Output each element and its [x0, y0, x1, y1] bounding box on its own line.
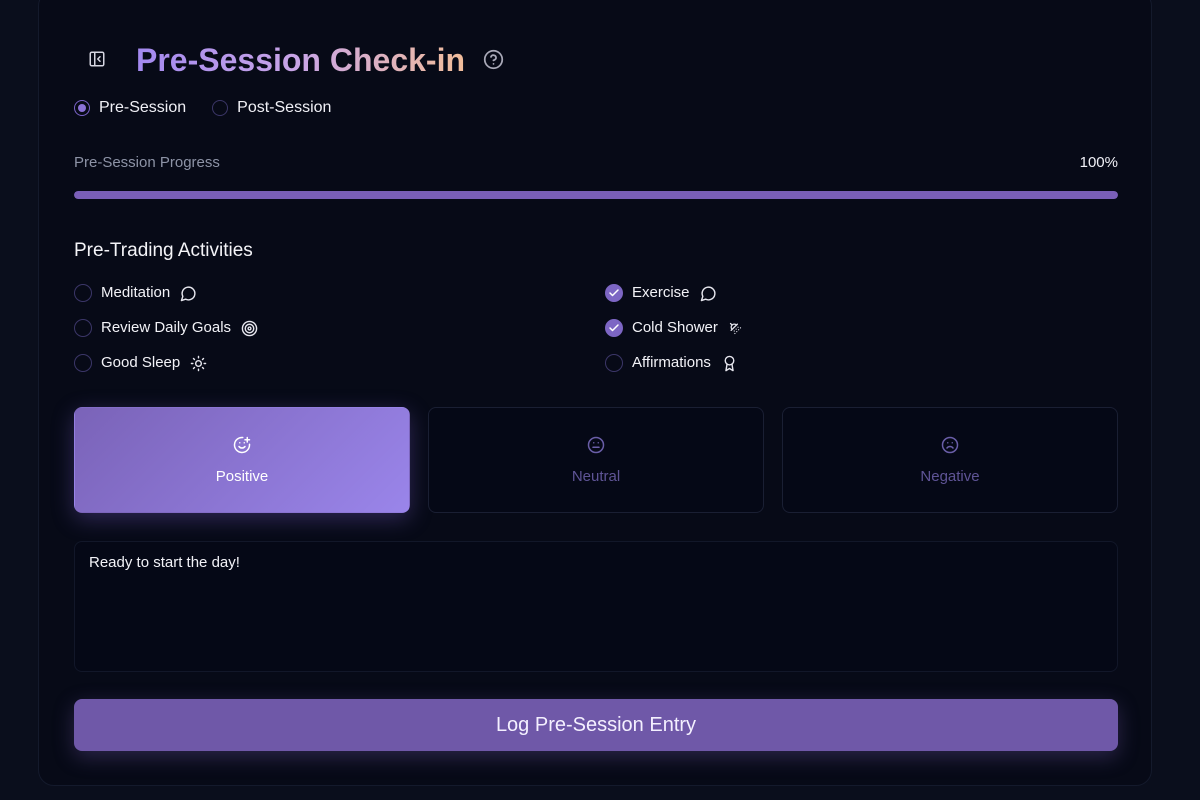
sidebar-toggle-button[interactable] — [84, 46, 110, 72]
activity-review-daily-goals-checkbox[interactable] — [74, 319, 92, 337]
radio-pre-session[interactable]: Pre-Session — [74, 97, 186, 119]
activity-exercise-checkbox[interactable] — [605, 284, 623, 302]
progress-bar-fill — [74, 191, 1118, 199]
log-entry-button[interactable]: Log Pre-Session Entry — [74, 699, 1118, 751]
activity-cold-shower-checkbox[interactable] — [605, 319, 623, 337]
smile-plus-icon — [233, 436, 251, 453]
frown-icon — [941, 436, 959, 453]
mood-positive-label: Positive — [215, 467, 269, 485]
mood-negative-button[interactable]: Negative — [782, 407, 1118, 513]
activity-affirmations[interactable]: Affirmations — [605, 353, 738, 373]
mood-neutral-label: Neutral — [571, 467, 621, 485]
activity-affirmations-checkbox[interactable] — [605, 354, 623, 372]
help-circle-icon — [483, 49, 503, 69]
mood-negative-label: Negative — [920, 467, 980, 485]
mood-positive-button[interactable]: Positive — [74, 407, 410, 513]
progress-label: Pre-Session Progress — [74, 154, 220, 171]
check-icon — [609, 324, 619, 332]
shower-head-icon — [729, 322, 742, 334]
activity-cold-shower[interactable]: Cold Shower — [605, 318, 743, 338]
activity-meditation-checkbox[interactable] — [74, 284, 92, 302]
activity-review-daily-goals[interactable]: Review Daily Goals — [74, 318, 258, 338]
notes-textarea[interactable]: Ready to start the day! — [74, 541, 1118, 672]
progress-bar — [74, 191, 1118, 199]
radio-pre-session-label: Pre-Session — [99, 99, 187, 116]
panel-left-icon — [89, 51, 105, 67]
mood-neutral-button[interactable]: Neutral — [428, 407, 764, 513]
activity-good-sleep-checkbox[interactable] — [74, 354, 92, 372]
radio-post-session-indicator[interactable] — [212, 100, 229, 116]
check-icon — [609, 289, 619, 297]
activity-good-sleep-label: Good Sleep — [101, 354, 181, 371]
help-button[interactable] — [482, 48, 504, 70]
award-icon — [724, 355, 735, 371]
activity-meditation-label: Meditation — [101, 284, 171, 301]
activity-affirmations-label: Affirmations — [632, 354, 711, 371]
message-circle-icon — [700, 285, 716, 301]
radio-post-session-label: Post-Session — [237, 99, 332, 116]
session-mode-group: Pre-Session Post-Session — [74, 97, 331, 119]
activity-review-daily-goals-label: Review Daily Goals — [101, 319, 232, 336]
activity-good-sleep[interactable]: Good Sleep — [74, 353, 207, 373]
target-icon — [241, 320, 258, 336]
radio-post-session[interactable]: Post-Session — [212, 97, 331, 119]
activity-exercise[interactable]: Exercise — [605, 283, 717, 303]
radio-pre-session-indicator[interactable] — [74, 100, 90, 116]
message-circle-icon — [180, 285, 196, 301]
activities-title: Pre-Trading Activities — [74, 240, 253, 261]
progress-value: 100% — [1079, 154, 1118, 171]
activity-meditation[interactable]: Meditation — [74, 283, 197, 303]
sun-icon — [190, 355, 207, 371]
page-title: Pre-Session Check-in — [136, 38, 465, 82]
activity-exercise-label: Exercise — [632, 284, 690, 301]
activity-cold-shower-label: Cold Shower — [632, 319, 718, 336]
meh-icon — [587, 436, 605, 453]
